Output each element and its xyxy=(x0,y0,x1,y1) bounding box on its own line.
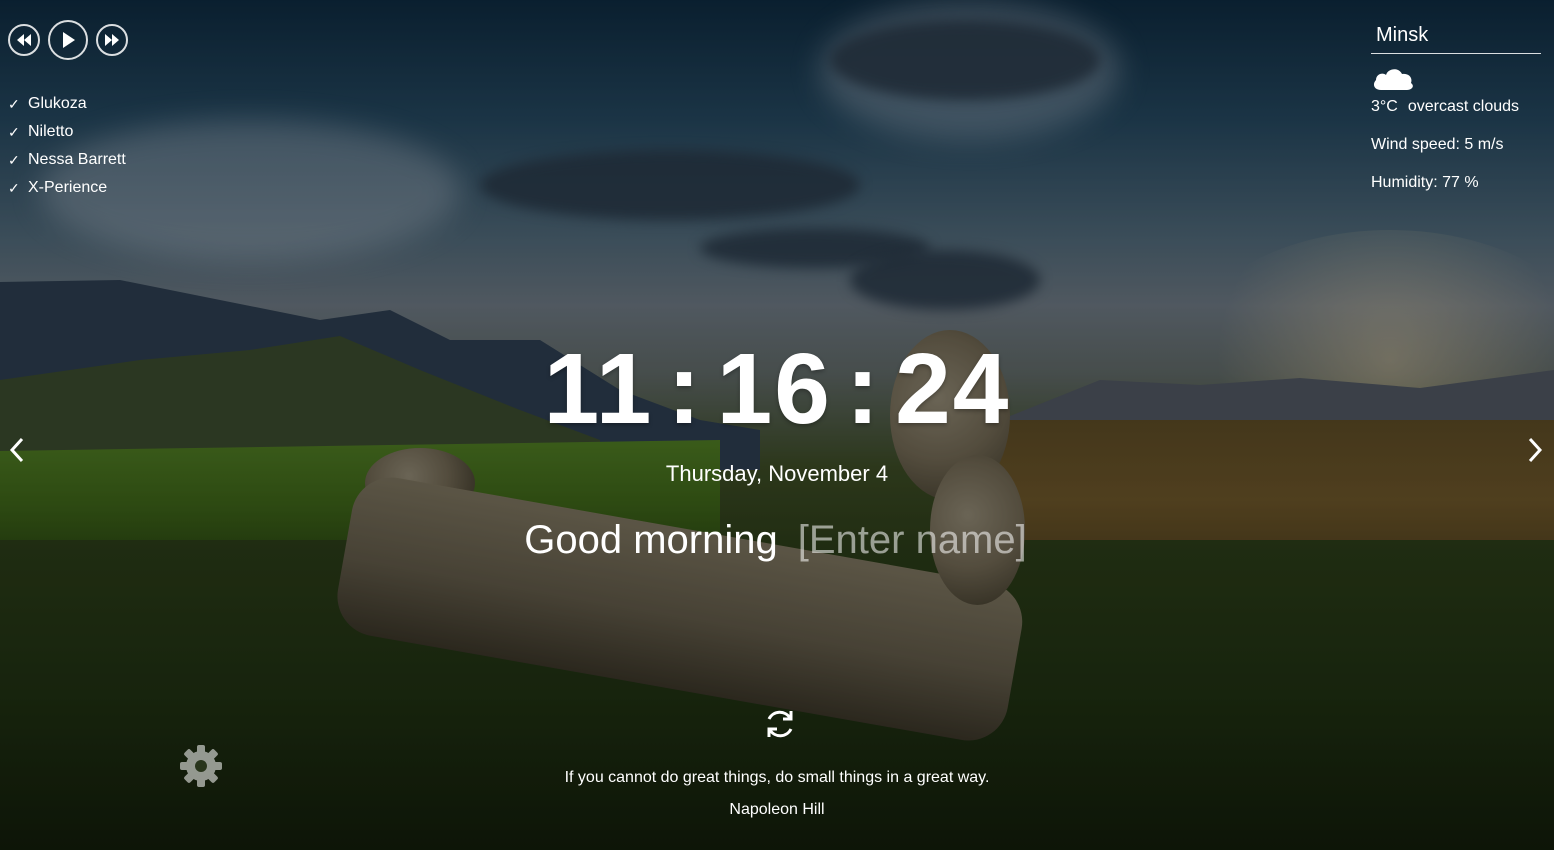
clock: 11:16:24 xyxy=(0,334,1554,444)
weather-description: overcast clouds xyxy=(1407,98,1520,115)
clock-separator: : xyxy=(667,333,703,445)
fast-forward-button[interactable] xyxy=(96,24,128,56)
track-title: Nessa Barrett xyxy=(28,151,126,168)
rewind-button[interactable] xyxy=(8,24,40,56)
playlist-item[interactable]: ✓ Nessa Barrett xyxy=(8,146,126,174)
clock-hours: 11 xyxy=(543,333,654,445)
audio-player xyxy=(8,20,128,60)
play-button[interactable] xyxy=(48,20,88,60)
playlist-item[interactable]: ✓ Niletto xyxy=(8,118,126,146)
fast-forward-icon xyxy=(105,34,119,46)
track-title: X-Perience xyxy=(28,179,108,196)
wind-speed: Wind speed: 5 m/s xyxy=(1371,136,1504,153)
date: Thursday, November 4 xyxy=(665,461,889,486)
name-input[interactable] xyxy=(797,518,1030,563)
track-title: Niletto xyxy=(28,123,74,140)
cloud-icon xyxy=(1373,69,1413,90)
greeting-container: Good morning xyxy=(0,518,1554,563)
refresh-quote-button[interactable] xyxy=(762,706,798,742)
check-icon: ✓ xyxy=(8,96,20,112)
quote-text: If you cannot do great things, do small … xyxy=(564,769,990,786)
weather-widget: Minsk 3°C overcast clouds Wind speed: 5 … xyxy=(1371,22,1541,192)
background-image: ✓ Glukoza ✓ Niletto ✓ Nessa Barrett ✓ X-… xyxy=(0,0,1554,850)
quote-author: Napoleon Hill xyxy=(729,801,825,818)
rewind-icon xyxy=(17,34,31,46)
refresh-icon xyxy=(767,710,793,738)
track-title: Glukoza xyxy=(28,95,87,112)
gear-icon xyxy=(180,745,222,787)
playlist-item[interactable]: ✓ Glukoza xyxy=(8,90,126,118)
playlist: ✓ Glukoza ✓ Niletto ✓ Nessa Barrett ✓ X-… xyxy=(8,90,126,202)
humidity: Humidity: 77 % xyxy=(1371,174,1479,191)
check-icon: ✓ xyxy=(8,124,20,140)
greeting-text: Good morning xyxy=(524,518,778,562)
weather-icon xyxy=(1371,64,1541,92)
clock-seconds: 24 xyxy=(895,333,1011,445)
play-icon xyxy=(63,32,75,48)
check-icon: ✓ xyxy=(8,152,20,168)
check-icon: ✓ xyxy=(8,180,20,196)
clock-minutes: 16 xyxy=(716,333,832,445)
city-input[interactable]: Minsk xyxy=(1371,22,1541,54)
clock-separator: : xyxy=(845,333,882,445)
playlist-item[interactable]: ✓ X-Perience xyxy=(8,174,126,202)
temperature: 3°C xyxy=(1371,98,1398,115)
settings-button[interactable] xyxy=(178,743,224,789)
